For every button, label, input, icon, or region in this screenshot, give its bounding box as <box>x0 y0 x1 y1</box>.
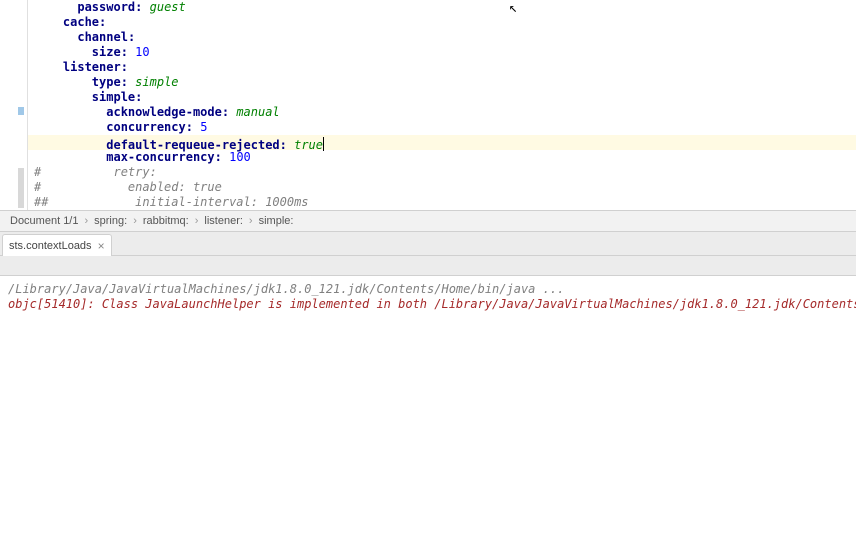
console-output[interactable]: /Library/Java/JavaVirtualMachines/jdk1.8… <box>0 276 856 318</box>
code-line[interactable]: concurrency: 5 <box>28 120 856 135</box>
code-line[interactable]: ## initial-interval: 1000ms <box>28 195 856 210</box>
code-line[interactable]: password: guest <box>28 0 856 15</box>
chevron-right-icon: › <box>193 215 201 227</box>
mouse-cursor: ↖ <box>509 0 517 16</box>
code-editor[interactable]: password: guest cache: channel: size: 10… <box>0 0 856 210</box>
close-icon[interactable]: × <box>98 239 105 253</box>
code-line[interactable]: # enabled: true <box>28 180 856 195</box>
editor-gutter <box>0 0 28 210</box>
breadcrumb-bar: Document 1/1 › spring: › rabbitmq: › lis… <box>0 210 856 232</box>
breadcrumb-item[interactable]: listener: <box>200 215 247 227</box>
code-line[interactable]: simple: <box>28 90 856 105</box>
text-caret <box>323 137 324 151</box>
chevron-right-icon: › <box>247 215 255 227</box>
gutter-stripe <box>18 168 24 208</box>
console-tab-bar: sts.contextLoads × <box>0 232 856 256</box>
code-line[interactable]: listener: <box>28 60 856 75</box>
breadcrumb-item[interactable]: simple: <box>255 215 298 227</box>
code-line[interactable]: acknowledge-mode: manual <box>28 105 856 120</box>
code-line[interactable]: cache: <box>28 15 856 30</box>
console-tab[interactable]: sts.contextLoads × <box>2 234 112 256</box>
code-line[interactable]: size: 10 <box>28 45 856 60</box>
breadcrumb-item[interactable]: rabbitmq: <box>139 215 193 227</box>
console-toolbar <box>0 256 856 276</box>
code-line[interactable]: max-concurrency: 100 <box>28 150 856 165</box>
console-line: objc[51410]: Class JavaLaunchHelper is i… <box>8 297 848 312</box>
breadcrumb-item[interactable]: spring: <box>90 215 131 227</box>
code-line[interactable]: channel: <box>28 30 856 45</box>
code-line[interactable]: type: simple <box>28 75 856 90</box>
code-content[interactable]: password: guest cache: channel: size: 10… <box>28 0 856 210</box>
breadcrumb-doc[interactable]: Document 1/1 <box>6 215 82 227</box>
code-line[interactable]: # retry: <box>28 165 856 180</box>
chevron-right-icon: › <box>82 215 90 227</box>
chevron-right-icon: › <box>131 215 139 227</box>
gutter-stripe <box>18 107 24 115</box>
tab-label: sts.contextLoads <box>9 240 92 252</box>
code-line[interactable]: default-requeue-rejected: true <box>28 135 856 150</box>
console-line: /Library/Java/JavaVirtualMachines/jdk1.8… <box>8 282 848 297</box>
